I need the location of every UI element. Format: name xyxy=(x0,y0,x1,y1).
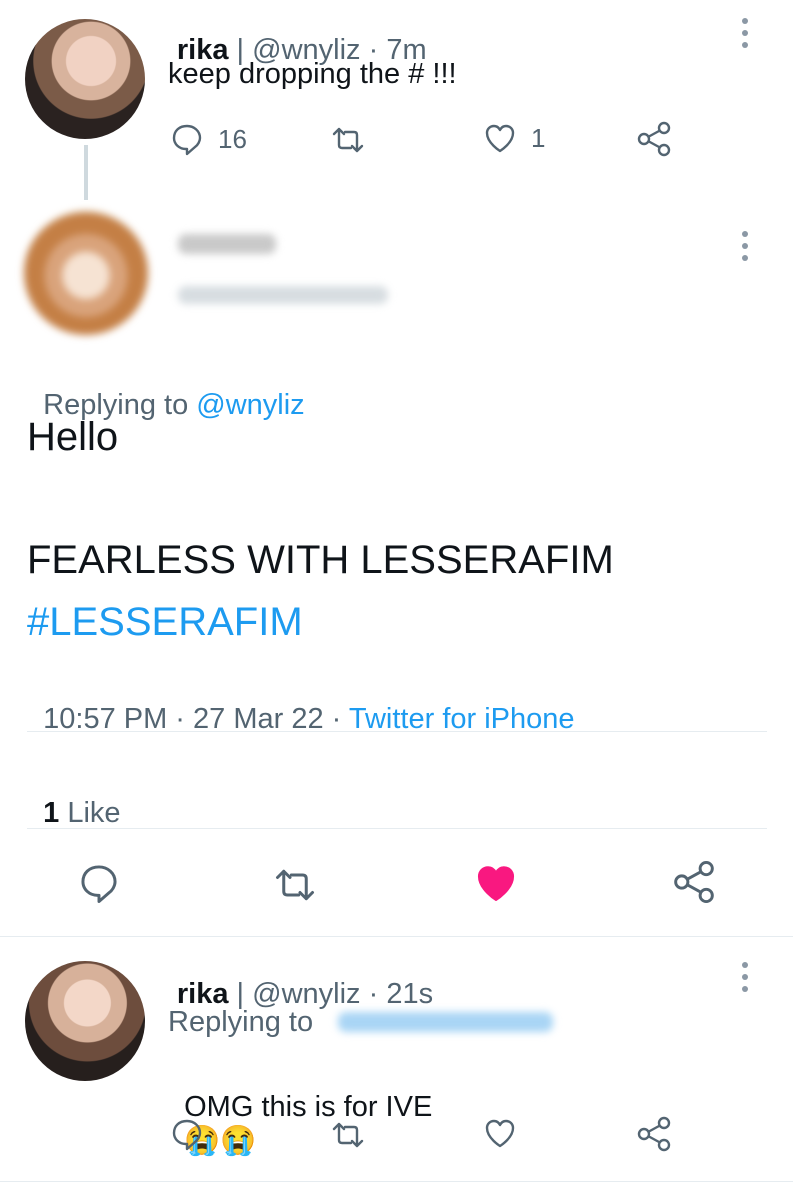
share-button[interactable] xyxy=(672,860,716,904)
replying-to: Replying to @wnyliz xyxy=(27,356,305,422)
retweet-button[interactable] xyxy=(328,1119,368,1151)
tweet-text-content: OMG this is for IVE xyxy=(184,1091,433,1123)
like-button[interactable] xyxy=(483,1117,517,1149)
avatar[interactable] xyxy=(25,961,145,1081)
reply-button[interactable] xyxy=(78,862,120,904)
heart-outline-icon xyxy=(485,1119,515,1148)
avatar[interactable] xyxy=(25,19,145,139)
replying-to-handle[interactable]: @wnyliz xyxy=(196,389,304,421)
reply-icon xyxy=(172,1119,202,1151)
divider xyxy=(0,1181,793,1182)
avatar-blurred[interactable] xyxy=(24,211,148,335)
retweet-icon xyxy=(332,1122,364,1148)
timestamp[interactable]: · 21s xyxy=(361,978,433,1010)
heart-outline-icon xyxy=(483,122,517,154)
retweet-icon xyxy=(328,124,368,156)
thread-line xyxy=(84,145,88,200)
more-icon[interactable] xyxy=(738,960,752,994)
retweet-button[interactable] xyxy=(270,865,320,905)
divider xyxy=(0,936,793,937)
replying-to-label: Replying to xyxy=(168,1006,322,1038)
share-button[interactable] xyxy=(636,1116,672,1152)
like-count: 1 xyxy=(531,122,546,153)
tweet-body-line1: Hello xyxy=(27,415,119,459)
divider xyxy=(27,731,767,732)
replying-to-handle-blurred[interactable] xyxy=(338,1012,553,1032)
retweet-button[interactable] xyxy=(328,124,368,156)
likes-count: 1 xyxy=(43,797,60,829)
share-button[interactable] xyxy=(636,121,672,157)
retweet-icon xyxy=(276,869,314,901)
username-blurred xyxy=(178,286,388,304)
tweet-meta: 10:57 PM · 27 Mar 22 · Twitter for iPhon… xyxy=(27,670,574,736)
heart-filled-icon xyxy=(477,866,515,902)
likes-label: Like xyxy=(59,797,121,829)
like-button-liked[interactable] xyxy=(473,862,519,904)
more-icon[interactable] xyxy=(738,229,752,263)
divider xyxy=(27,828,767,829)
tweet-text: keep dropping the # !!! xyxy=(168,58,457,90)
display-name-blurred xyxy=(178,234,276,254)
reply-button[interactable]: 16 xyxy=(170,122,247,156)
reply-count: 16 xyxy=(218,123,247,154)
more-icon[interactable] xyxy=(738,16,752,50)
share-icon xyxy=(674,860,714,904)
like-button[interactable]: 1 xyxy=(483,122,545,154)
tweet-header: rika | @wnyliz · 21s xyxy=(168,960,433,1011)
hashtag-link[interactable]: #LESSERAFIM xyxy=(27,600,303,645)
tweet-text: OMG this is for IVE 😭😭 xyxy=(168,1058,432,1158)
reply-button[interactable] xyxy=(170,1117,204,1151)
likes-summary[interactable]: 1 Like xyxy=(27,764,121,830)
reply-icon xyxy=(81,865,117,904)
share-icon xyxy=(636,121,672,157)
tweet-body-line2: FEARLESS WITH LESSERAFIM xyxy=(27,538,614,582)
reply-icon xyxy=(170,122,204,156)
share-icon xyxy=(637,1116,671,1152)
